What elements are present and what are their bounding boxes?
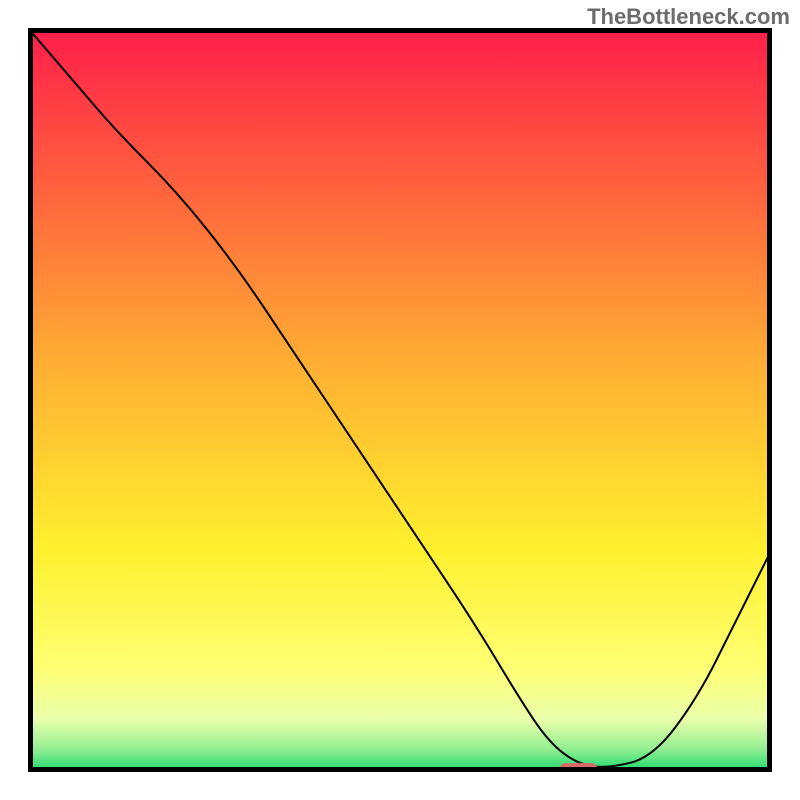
plot-area	[28, 28, 772, 772]
optimal-range-marker	[28, 28, 772, 772]
chart-root: TheBottleneck.com	[0, 0, 800, 800]
watermark-text: TheBottleneck.com	[587, 4, 790, 30]
